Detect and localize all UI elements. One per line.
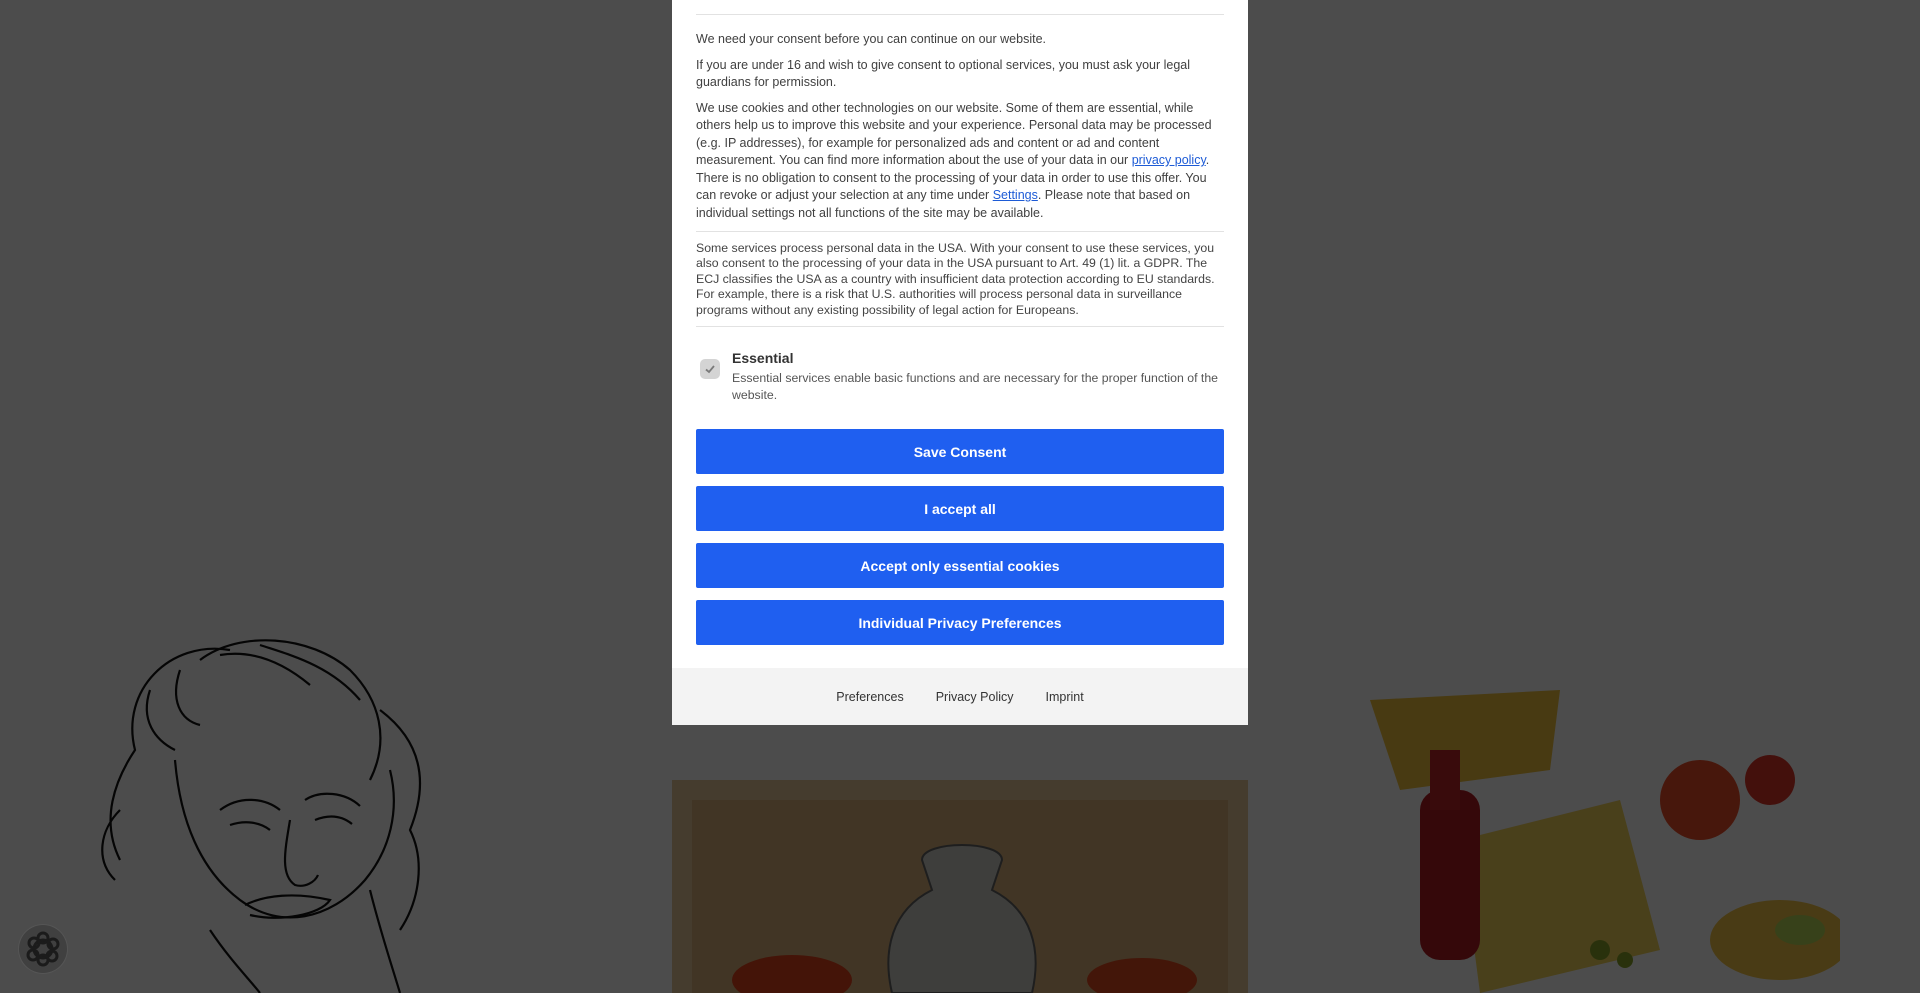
consent-dialog-body: We need your consent before you can cont… — [696, 0, 1224, 328]
footer-privacy-policy-link[interactable]: Privacy Policy — [936, 690, 1014, 704]
essential-checkbox[interactable] — [700, 359, 720, 379]
accept-essential-only-button[interactable]: Accept only essential cookies — [696, 543, 1224, 588]
consent-intro-text: We need your consent before you can cont… — [696, 32, 1046, 46]
privacy-settings-icon — [26, 931, 60, 967]
individual-privacy-preferences-button[interactable]: Individual Privacy Preferences — [696, 600, 1224, 645]
privacy-policy-link[interactable]: privacy policy — [1132, 153, 1206, 167]
essential-description: Essential services enable basic function… — [732, 371, 1219, 402]
privacy-settings-button[interactable] — [19, 925, 67, 973]
divider — [696, 231, 1224, 232]
footer-preferences-link[interactable]: Preferences — [836, 690, 903, 704]
accept-all-button[interactable]: I accept all — [696, 486, 1224, 531]
consent-dialog: We need your consent before you can cont… — [672, 0, 1248, 725]
divider — [696, 326, 1224, 328]
checkmark-icon — [705, 365, 715, 374]
essential-title: Essential — [732, 350, 794, 366]
consent-dialog-footer: Preferences Privacy Policy Imprint — [672, 668, 1248, 725]
usa-data-notice: Some services process personal data in t… — [696, 241, 1215, 317]
settings-link[interactable]: Settings — [993, 188, 1038, 202]
divider — [696, 14, 1224, 15]
save-consent-button[interactable]: Save Consent — [696, 429, 1224, 474]
under16-text: If you are under 16 and wish to give con… — [696, 57, 1191, 90]
cookies-description: We use cookies and other technologies on… — [696, 100, 1224, 223]
footer-imprint-link[interactable]: Imprint — [1046, 690, 1084, 704]
